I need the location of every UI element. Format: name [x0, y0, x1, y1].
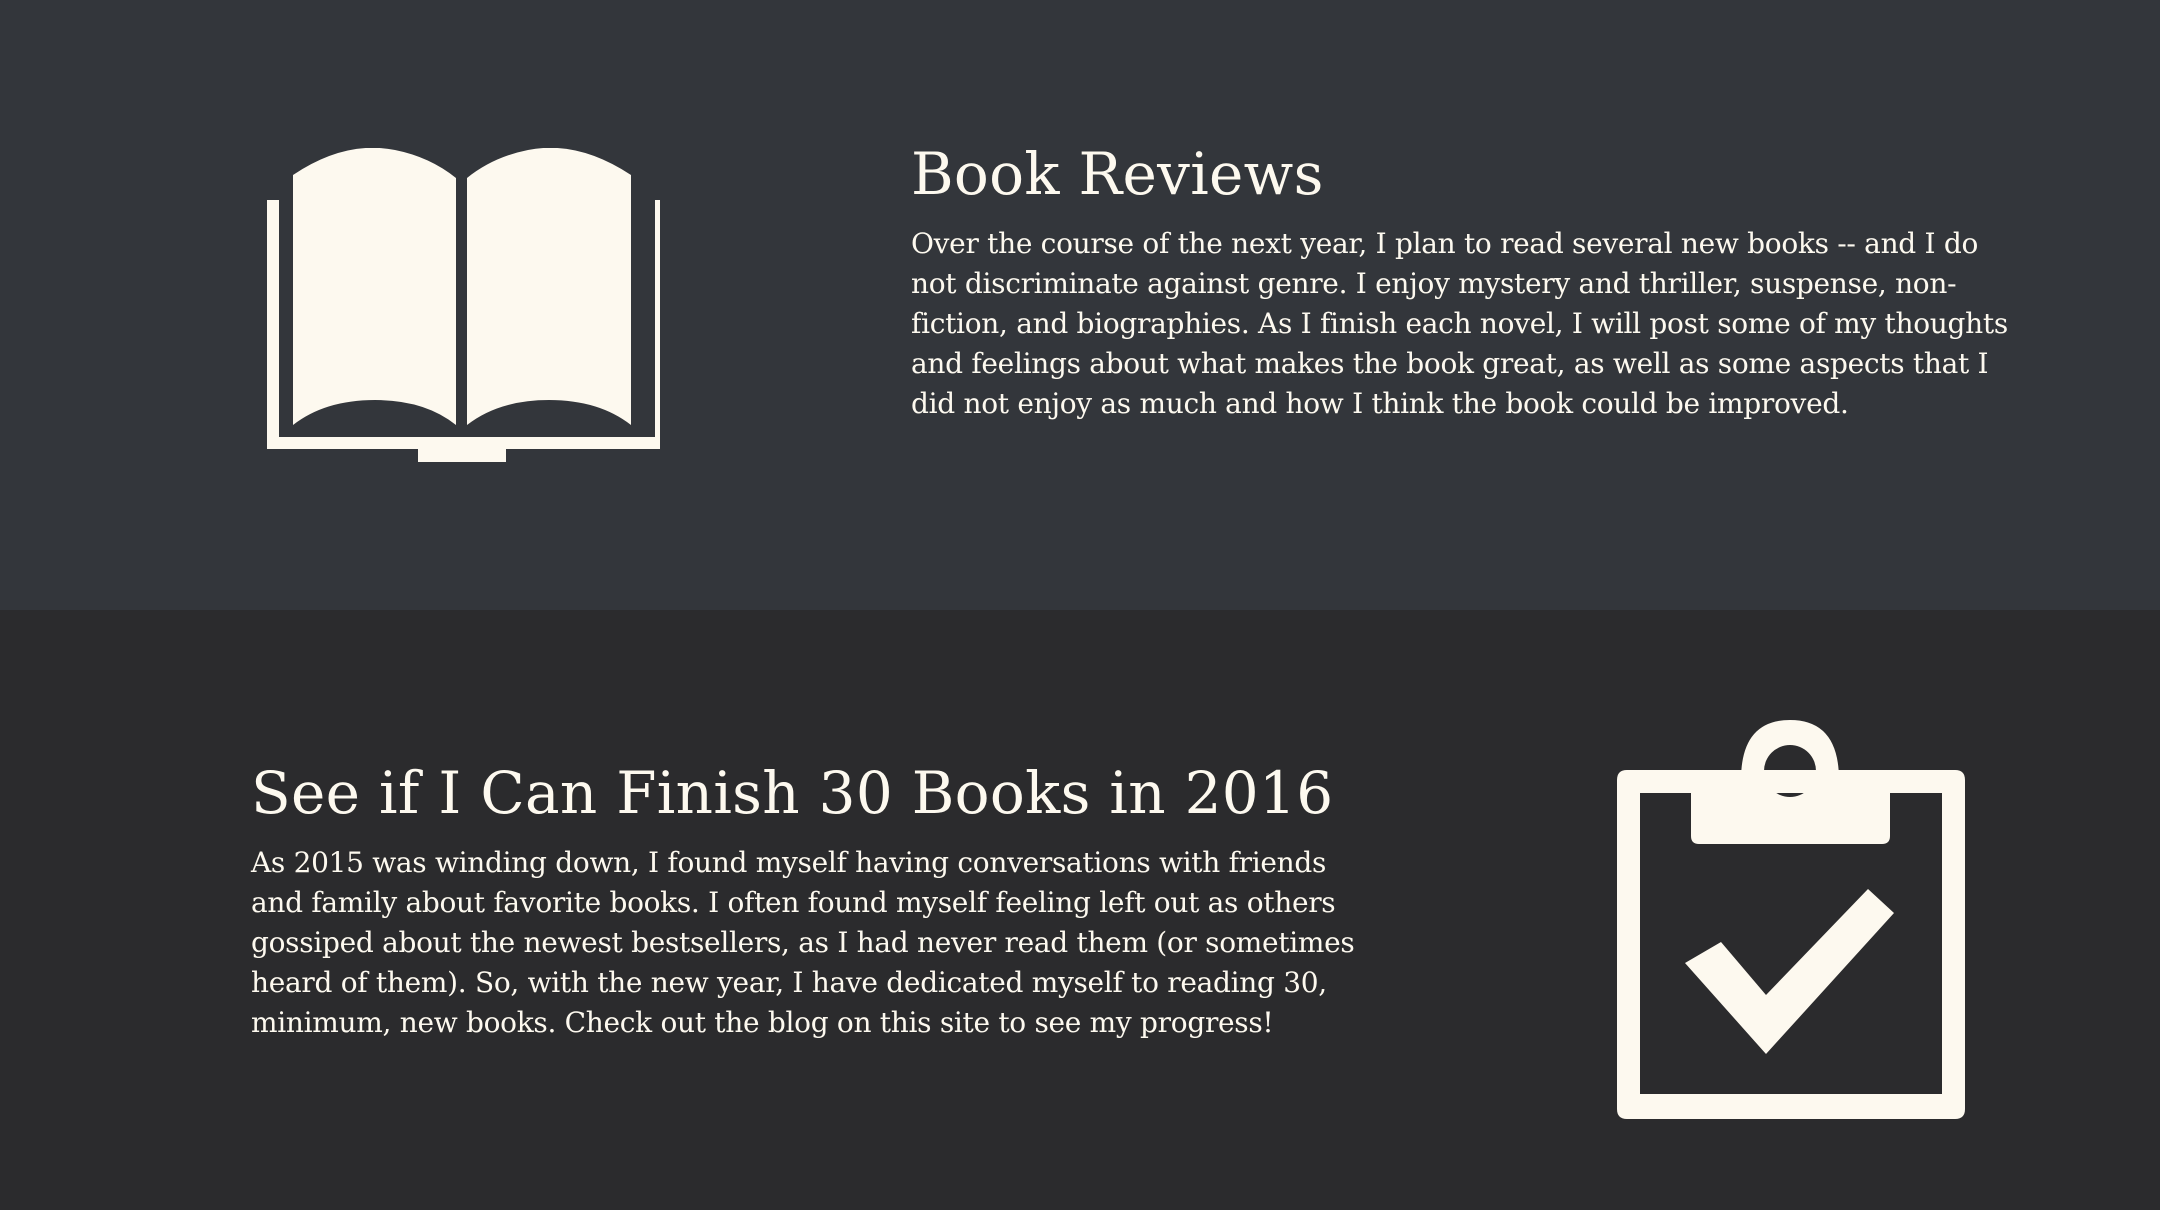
book-reviews-description: Over the course of the next year, I plan… — [911, 227, 2008, 420]
reading-challenge-section: See if I Can Finish 30 Books in 2016 As … — [0, 610, 2160, 1210]
book-reviews-section: Book Reviews Over the course of the next… — [0, 0, 2160, 610]
book-reviews-text: Book Reviews Over the course of the next… — [911, 138, 2021, 424]
reading-challenge-description: As 2015 was winding down, I found myself… — [251, 846, 1355, 1039]
open-book-icon — [267, 148, 660, 462]
clipboard-check-icon — [1617, 720, 1965, 1119]
reading-challenge-heading: See if I Can Finish 30 Books in 2016 — [251, 759, 1334, 827]
book-reviews-heading: Book Reviews — [911, 140, 1324, 208]
reading-challenge-text: See if I Can Finish 30 Books in 2016 As … — [251, 757, 1361, 1043]
